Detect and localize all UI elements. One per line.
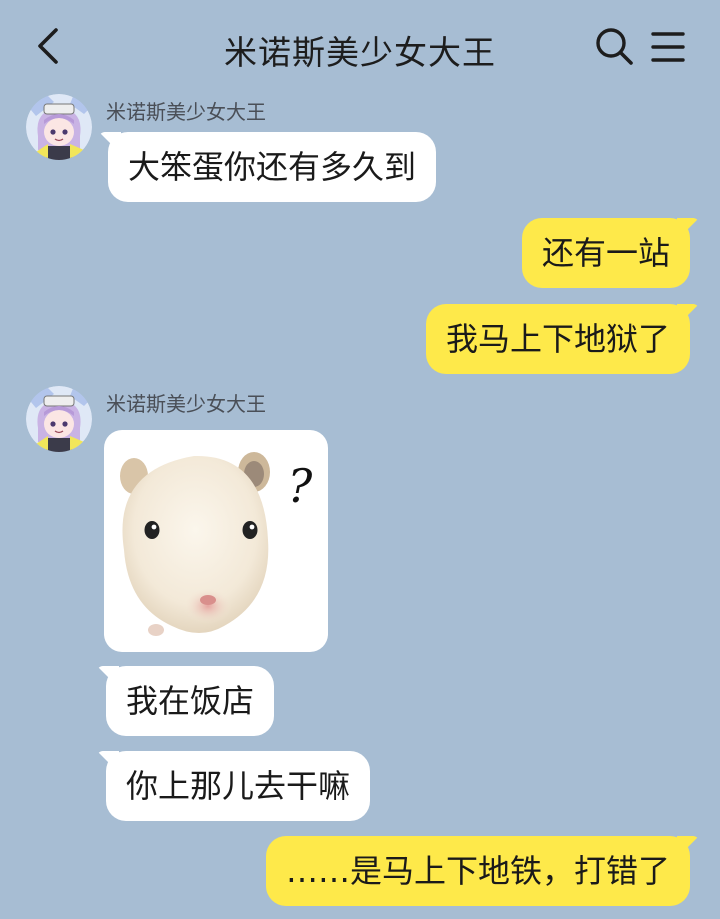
sender-name: 米诺斯美少女大王 <box>106 392 266 416</box>
sticker-message[interactable]: ? <box>104 430 328 652</box>
message-bubble-outgoing[interactable]: 还有一站 <box>521 218 690 288</box>
anime-girl-avatar-icon <box>26 386 92 452</box>
message-bubble-outgoing[interactable]: 我马上下地狱了 <box>425 304 690 374</box>
question-mark: ? <box>288 459 313 513</box>
hamster-sticker-icon: ? <box>120 452 313 636</box>
contact-avatar[interactable] <box>26 386 92 452</box>
search-icon <box>596 28 633 65</box>
chat-header: 米诺斯美少女大王 <box>0 0 720 92</box>
message-bubble-incoming[interactable]: 大笨蛋你还有多久到 <box>108 132 437 202</box>
message-bubble-incoming[interactable]: 我在饭店 <box>106 666 275 736</box>
message-bubble-incoming[interactable]: 你上那儿去干嘛 <box>106 751 371 821</box>
message-bubble-outgoing[interactable]: ……是马上下地铁，打错了 <box>265 836 690 906</box>
menu-button[interactable] <box>650 30 686 64</box>
contact-avatar[interactable] <box>26 94 92 160</box>
sender-name: 米诺斯美少女大王 <box>106 100 266 124</box>
search-button[interactable] <box>594 26 634 66</box>
anime-girl-avatar-icon <box>26 94 92 160</box>
menu-icon <box>651 32 685 62</box>
